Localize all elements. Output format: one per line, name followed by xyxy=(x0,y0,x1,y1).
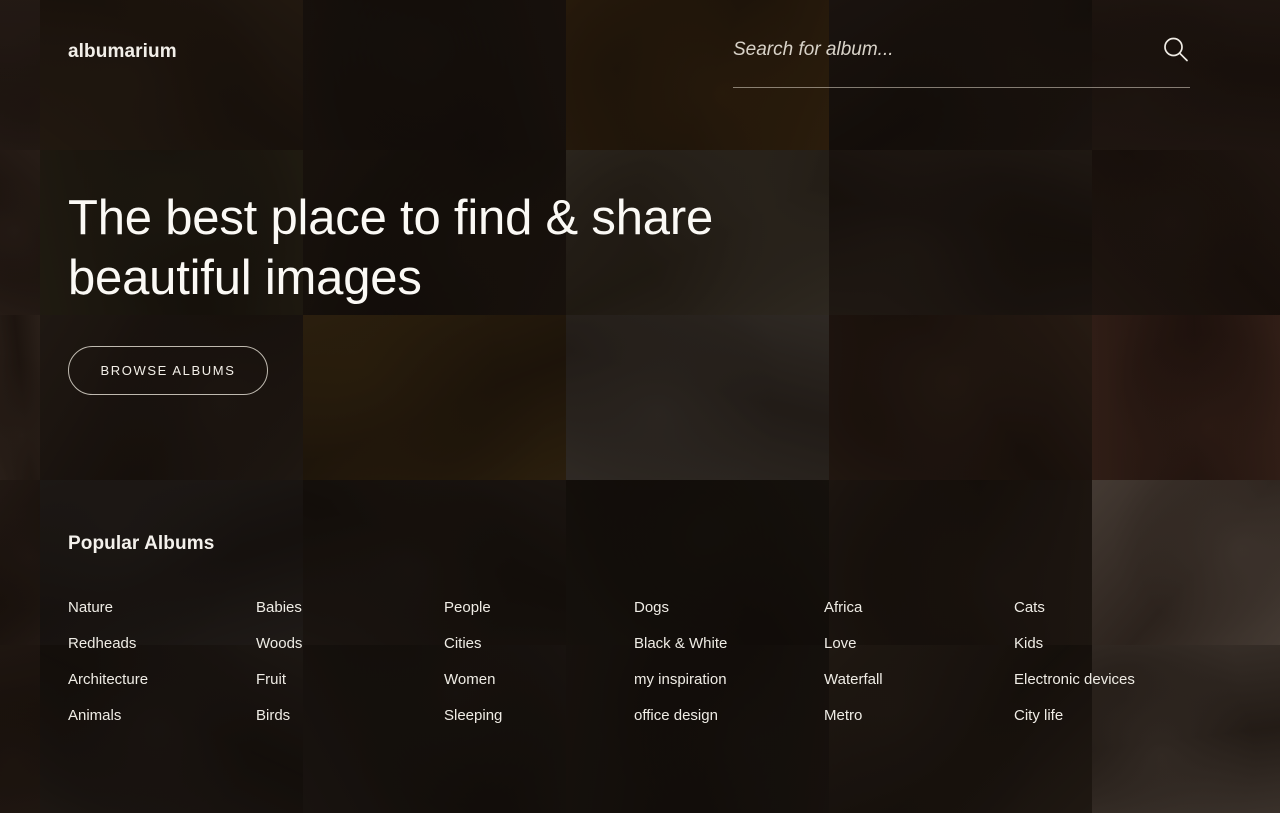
album-link[interactable]: my inspiration xyxy=(634,662,824,698)
album-link[interactable]: Sleeping xyxy=(444,698,634,734)
album-link[interactable]: office design xyxy=(634,698,824,734)
search-bar xyxy=(733,30,1190,88)
album-link[interactable]: Redheads xyxy=(68,626,256,662)
album-link[interactable]: Architecture xyxy=(68,662,256,698)
hero-section: The best place to find & share beautiful… xyxy=(68,188,828,395)
popular-albums-section: Popular Albums Nature Redheads Architectur… xyxy=(68,533,1135,734)
album-link[interactable]: Woods xyxy=(256,626,444,662)
album-column: Africa Love Waterfall Metro xyxy=(824,590,1014,734)
album-link[interactable]: City life xyxy=(1014,698,1204,734)
page-root: albumarium The best place to find & shar… xyxy=(0,0,1280,813)
album-link[interactable]: Birds xyxy=(256,698,444,734)
album-link[interactable]: Electronic devices xyxy=(1014,662,1204,698)
album-link[interactable]: Babies xyxy=(256,590,444,626)
album-link[interactable]: Africa xyxy=(824,590,1014,626)
album-column: Dogs Black & White my inspiration office de… xyxy=(634,590,824,734)
browse-albums-button[interactable]: BROWSE ALBUMS xyxy=(68,346,268,395)
search-underline xyxy=(733,87,1190,88)
album-link[interactable]: Dogs xyxy=(634,590,824,626)
album-column: Cats Kids Electronic devices City life xyxy=(1014,590,1204,734)
album-link[interactable]: Cats xyxy=(1014,590,1204,626)
album-link[interactable]: Nature xyxy=(68,590,256,626)
album-link[interactable]: People xyxy=(444,590,634,626)
album-link[interactable]: Animals xyxy=(68,698,256,734)
album-link[interactable]: Waterfall xyxy=(824,662,1014,698)
album-column: People Cities Women Sleeping xyxy=(444,590,634,734)
album-column: Nature Redheads Architecture Animals xyxy=(68,590,256,734)
album-link[interactable]: Cities xyxy=(444,626,634,662)
album-link[interactable]: Women xyxy=(444,662,634,698)
album-column: Babies Woods Fruit Birds xyxy=(256,590,444,734)
album-link[interactable]: Metro xyxy=(824,698,1014,734)
popular-albums-grid: Nature Redheads Architecture Animals Babies W… xyxy=(68,590,1135,734)
popular-albums-title: Popular Albums xyxy=(68,533,215,554)
album-link[interactable]: Kids xyxy=(1014,626,1204,662)
album-link[interactable]: Fruit xyxy=(256,662,444,698)
hero-headline: The best place to find & share beautiful… xyxy=(68,191,713,305)
search-icon[interactable] xyxy=(1160,34,1192,66)
album-link[interactable]: Love xyxy=(824,626,1014,662)
site-logo[interactable]: albumarium xyxy=(68,41,177,63)
site-header: albumarium xyxy=(0,0,1280,100)
album-link[interactable]: Black & White xyxy=(634,626,824,662)
search-input[interactable] xyxy=(733,30,1133,70)
